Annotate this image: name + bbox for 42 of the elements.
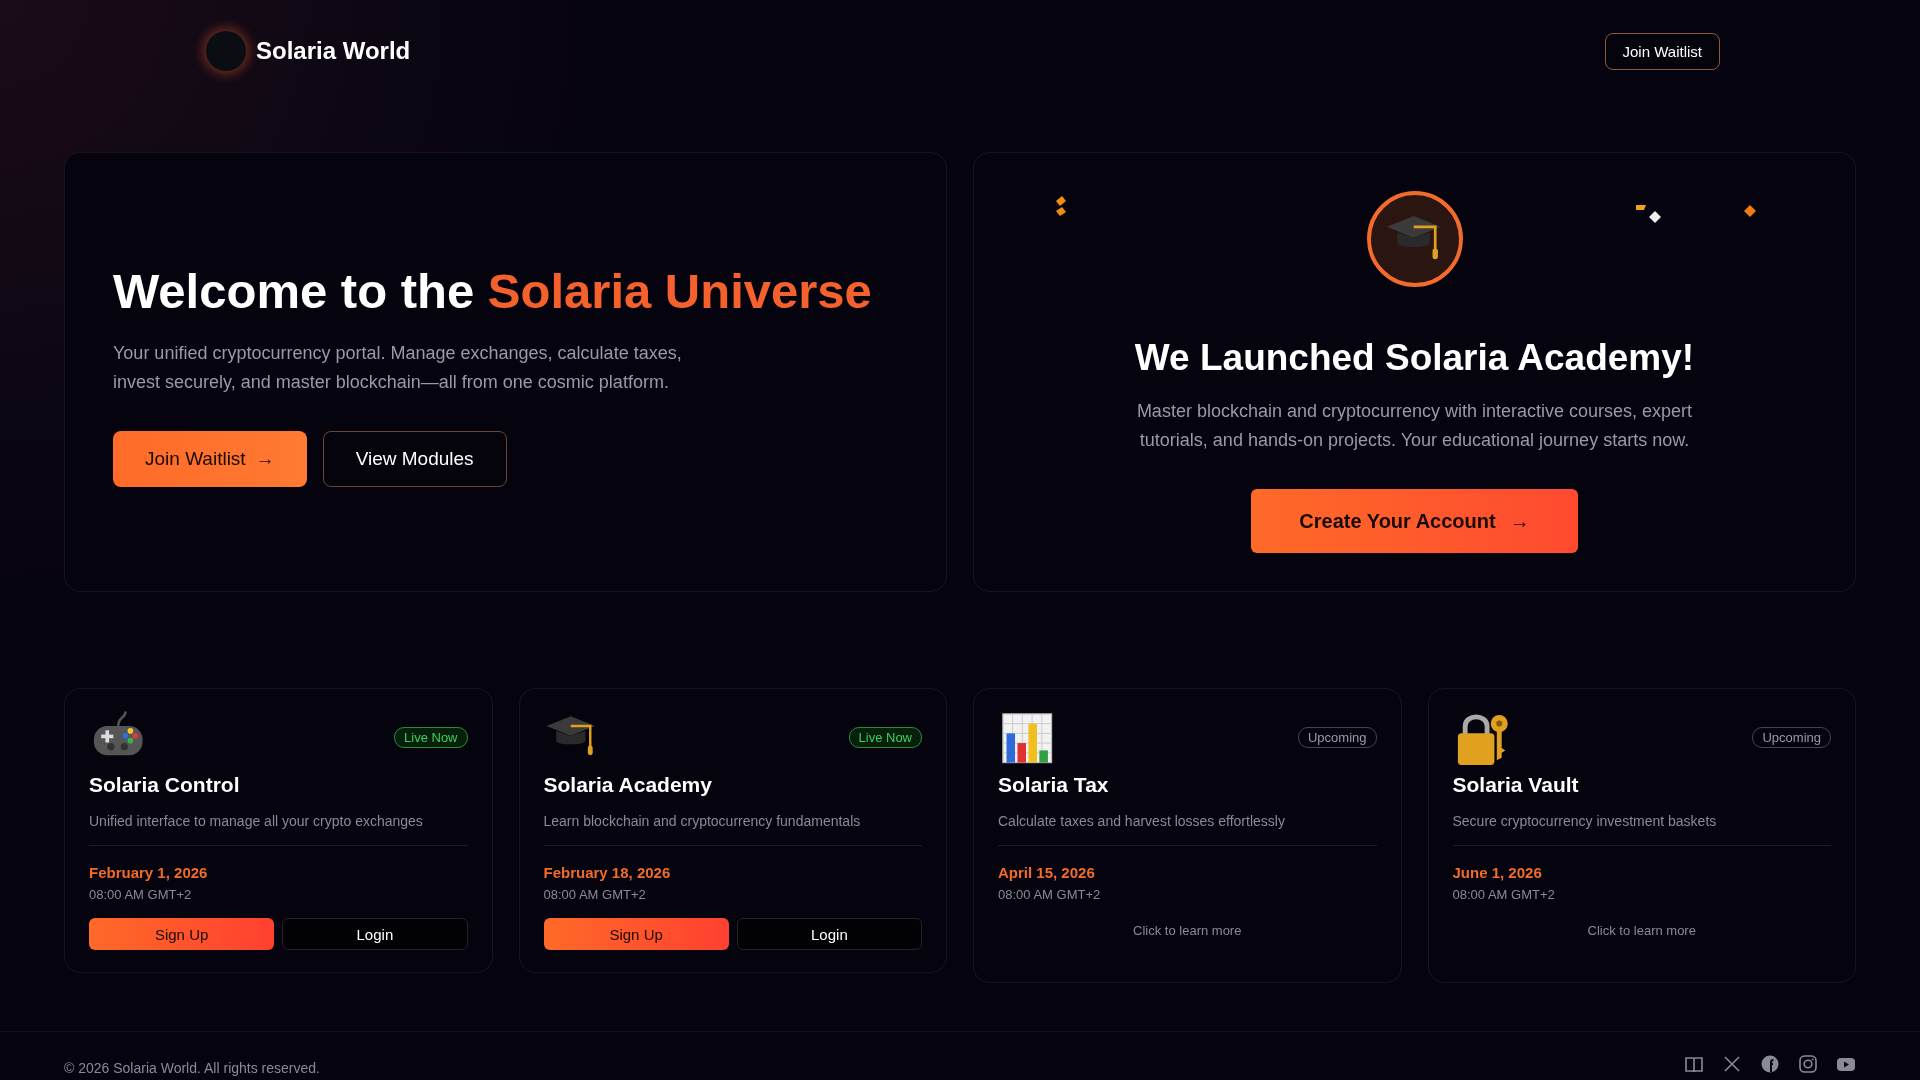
sign-up-button[interactable]: Sign Up: [543, 918, 729, 950]
sign-up-button[interactable]: Sign Up: [89, 918, 275, 950]
module-title: Solaria Vault: [1452, 773, 1580, 797]
hero-subtitle: Your unified cryptocurrency portal. Manage exchanges, calculate taxes, invest securely, and master blockchain—all from one cosmic platform.: [113, 342, 683, 394]
x-logo-icon[interactable]: [1722, 1054, 1742, 1074]
create-account-button[interactable]: Create Your Account →: [1251, 489, 1578, 553]
module-description: Learn blockchain and cryptocurrency fundamentals: [543, 813, 922, 846]
launch-time: 08:00 AM GMT+2: [89, 887, 193, 902]
status-badge: Upcoming: [1752, 726, 1831, 748]
learn-more-link[interactable]: Click to learn more: [1133, 914, 1242, 946]
launch-date: April 15, 2026: [998, 864, 1096, 881]
module-description: Unified interface to manage all your crypto exchanges: [89, 813, 468, 846]
launch-time: 08:00 AM GMT+2: [998, 887, 1102, 902]
announcement-description: Master blockchain and cryptocurrency with interactive courses, expert tutorials, and hands-on projects. Your educational journey starts now.: [1135, 400, 1694, 452]
hero-title: Welcome to the Solaria Universe: [113, 263, 873, 319]
announcement-title: We Launched Solaria Academy!: [1134, 337, 1695, 379]
learn-more-link[interactable]: Click to learn more: [1587, 914, 1696, 946]
book-icon[interactable]: [1684, 1054, 1704, 1074]
login-button[interactable]: Login: [736, 918, 922, 950]
instagram-icon[interactable]: [1798, 1054, 1818, 1074]
module-description: Calculate taxes and harvest losses effortlessly: [998, 813, 1377, 846]
launch-date: February 18, 2026: [543, 864, 672, 881]
facebook-icon[interactable]: [1760, 1054, 1780, 1074]
status-badge: Upcoming: [1297, 726, 1377, 748]
launch-date: February 1, 2026: [89, 864, 209, 881]
logo-icon: [206, 31, 246, 71]
launch-date: June 1, 2026: [1452, 864, 1543, 881]
launch-time: 08:00 AM GMT+2: [1452, 887, 1556, 902]
module-title: Solaria Control: [89, 773, 241, 797]
module-title: Solaria Tax: [998, 773, 1110, 797]
module-description: Secure cryptocurrency investment baskets: [1452, 813, 1831, 846]
status-badge: Live Now: [394, 726, 468, 748]
launch-time: 08:00 AM GMT+2: [543, 887, 647, 902]
status-badge: Live Now: [848, 726, 922, 748]
brand-name: Solaria World: [256, 37, 411, 65]
module-title: Solaria Academy: [543, 773, 713, 797]
view-modules-button[interactable]: View Modules: [322, 431, 507, 487]
login-button[interactable]: Login: [282, 918, 468, 950]
confetti-drawing: [1054, 193, 1068, 217]
join-waitlist-button[interactable]: Join Waitlist: [1604, 32, 1720, 70]
join-waitlist-button[interactable]: Join Waitlist →: [113, 431, 307, 487]
copyright-text: © 2026 Solaria World. All rights reserved.: [64, 1060, 320, 1076]
